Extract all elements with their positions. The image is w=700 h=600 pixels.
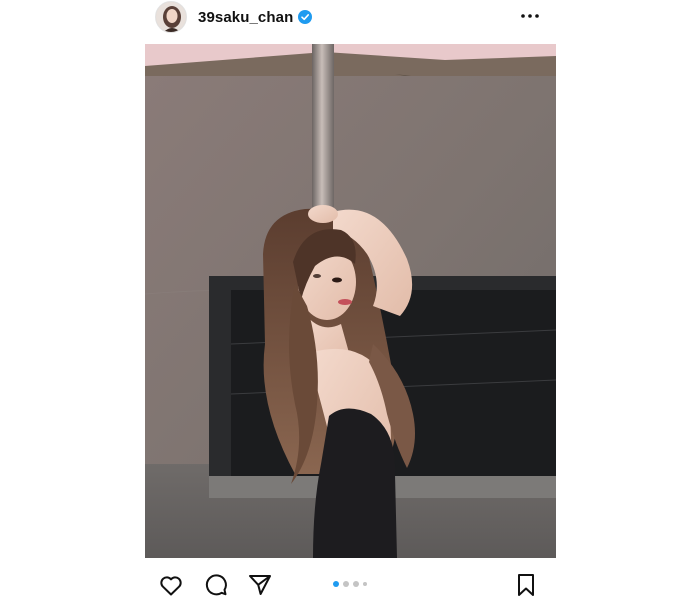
carousel-indicator (333, 581, 367, 587)
bookmark-icon[interactable] (513, 572, 539, 598)
more-options-icon[interactable] (518, 6, 542, 26)
carousel-dot[interactable] (333, 581, 339, 587)
carousel-dot[interactable] (343, 581, 349, 587)
username[interactable]: 39saku_chan (198, 9, 293, 26)
instagram-post: 39saku_chan (0, 0, 700, 600)
action-bar (145, 560, 556, 600)
send-icon[interactable] (247, 572, 273, 598)
carousel-dot[interactable] (353, 581, 359, 587)
comment-icon[interactable] (203, 572, 229, 598)
heart-icon[interactable] (158, 572, 184, 598)
post-header: 39saku_chan (145, 0, 556, 34)
carousel-dot[interactable] (363, 582, 367, 586)
post-photo[interactable] (145, 44, 556, 558)
avatar-image (156, 2, 186, 32)
photo-illustration (145, 44, 556, 558)
verified-badge-icon (298, 10, 313, 24)
profile-avatar[interactable] (155, 1, 187, 33)
